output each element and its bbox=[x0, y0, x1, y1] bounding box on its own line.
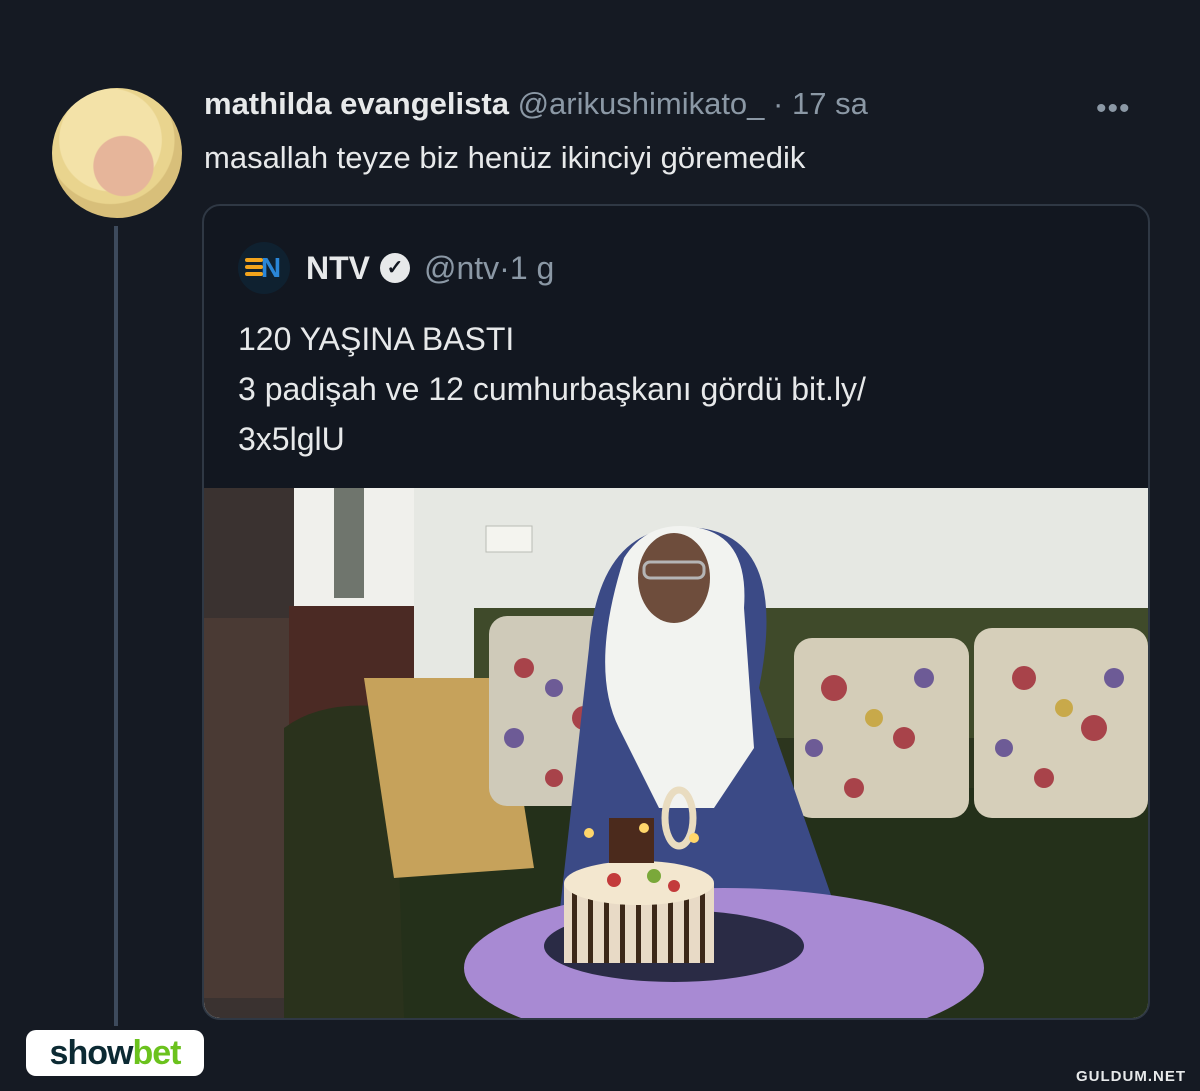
showbet-badge: show bet bbox=[26, 1030, 204, 1076]
quote-header: N NTV ✓ @ntv · 1 g bbox=[238, 242, 554, 294]
author-name[interactable]: mathilda evangelista bbox=[204, 86, 509, 121]
quote-text-line[interactable]: 3x5lglU bbox=[238, 414, 1098, 464]
badge-text-show: show bbox=[49, 1033, 134, 1072]
quoted-tweet[interactable]: N NTV ✓ @ntv · 1 g 120 YAŞINA BASTI 3 pa… bbox=[202, 204, 1150, 1020]
tweet-header: mathilda evangelista @arikushimikato_ · … bbox=[204, 86, 868, 122]
quote-text: 120 YAŞINA BASTI 3 padişah ve 12 cumhurb… bbox=[238, 314, 1098, 464]
avatar[interactable] bbox=[52, 88, 182, 218]
more-options-icon[interactable]: ••• bbox=[1096, 92, 1131, 126]
tweet-text: masallah teyze biz henüz ikinciyi göreme… bbox=[204, 140, 806, 175]
tweet-photo[interactable] bbox=[204, 488, 1148, 1018]
ntv-logo-icon[interactable]: N bbox=[238, 242, 290, 294]
quote-author-name[interactable]: NTV bbox=[306, 250, 370, 287]
verified-badge-icon: ✓ bbox=[380, 253, 410, 283]
quote-author-handle[interactable]: @ntv bbox=[424, 250, 499, 287]
quote-separator: · bbox=[499, 249, 510, 286]
author-handle[interactable]: @arikushimikato_ bbox=[518, 86, 765, 121]
site-watermark: GULDUM.NET bbox=[1076, 1068, 1186, 1085]
quote-text-line[interactable]: 3 padişah ve 12 cumhurbaşkanı gördü bit.… bbox=[238, 364, 1098, 414]
photo-illustration bbox=[204, 488, 1148, 1018]
quote-timestamp[interactable]: 1 g bbox=[510, 250, 554, 287]
ntv-logo-letter: N bbox=[260, 252, 282, 283]
thread-line bbox=[114, 226, 118, 1026]
timestamp[interactable]: 17 sa bbox=[792, 86, 868, 121]
separator: · bbox=[773, 86, 784, 121]
badge-text-bet: bet bbox=[132, 1033, 181, 1072]
quote-text-line: 120 YAŞINA BASTI bbox=[238, 321, 515, 357]
